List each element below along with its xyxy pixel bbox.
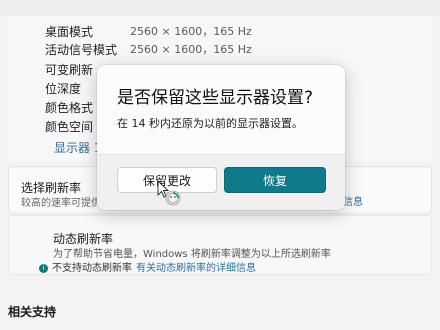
keep-settings-dialog: 是否保留这些显示器设置? 在 14 秒内还原为以前的显示器设置。 保留更改 恢复 (97, 65, 345, 210)
refresh-rate-description: 较高的速率可提供 (21, 198, 101, 209)
busy-cursor-icon (157, 180, 181, 206)
related-support-heading: 相关支持 (8, 305, 57, 319)
dynamic-refresh-description: 为了帮助节省电量，Windows 将刷新率调整为以上所选刷新率 (53, 249, 331, 260)
dynamic-refresh-card: 动态刷新率 为了帮助节省电量，Windows 将刷新率调整为以上所选刷新率 i不… (8, 215, 432, 275)
dialog-footer: 保留更改 恢复 (97, 154, 345, 210)
dialog-title: 是否保留这些显示器设置? (117, 88, 314, 108)
dynamic-refresh-status: i 不支持动态刷新率 有关动态刷新率的详细信息 (39, 259, 256, 274)
dynamic-refresh-details-link[interactable]: 有关动态刷新率的详细信息 (136, 263, 256, 274)
display-adapter-link[interactable]: 显示器 1 (54, 139, 101, 156)
refresh-rate-info-link[interactable]: 信息 (343, 193, 363, 208)
top-strip (0, 0, 440, 16)
revert-button[interactable]: 恢复 (224, 167, 326, 193)
dynamic-refresh-status-text: 不支持动态刷新率 (52, 263, 132, 274)
info-value: 2560 × 1600，165 Hz (130, 25, 252, 38)
info-label: 桌面模式 (45, 25, 94, 39)
info-label: 活动信号模式 (45, 43, 118, 57)
info-value: 2560 × 1600，165 Hz (130, 43, 252, 56)
info-icon: i (39, 263, 48, 273)
dialog-countdown-message: 在 14 秒内还原为以前的显示器设置。 (117, 117, 303, 130)
